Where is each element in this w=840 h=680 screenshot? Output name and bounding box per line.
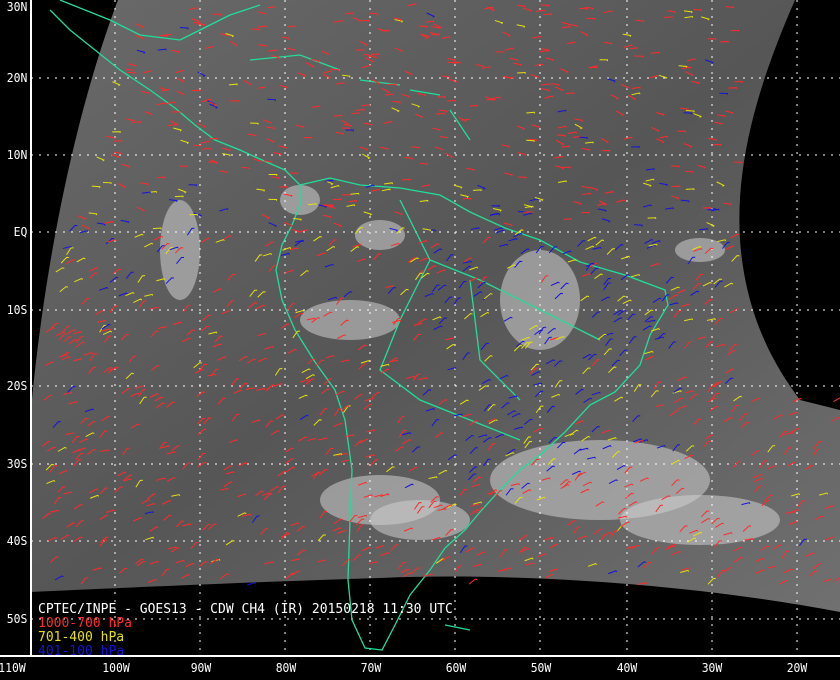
lon-label: 50W (530, 661, 552, 675)
lon-label: 20W (786, 661, 808, 675)
map-title: CPTEC/INPE - GOES13 - CDW CH4 (IR) 20150… (38, 602, 453, 617)
lat-label: 30S (6, 457, 28, 471)
cloud (620, 495, 780, 545)
wind-barb (833, 397, 840, 403)
map-canvas (0, 0, 840, 657)
lon-label: 40W (616, 661, 638, 675)
lon-label: 80W (275, 661, 297, 675)
falklands (444, 624, 471, 631)
satellite-wind-map: 30N 20N 10N EQ 10S 20S 30S 40S 50S 110W … (0, 0, 840, 680)
lon-label: 30W (701, 661, 723, 675)
wind-barb (247, 582, 257, 586)
legend-low-level: 1000-700 hPa (38, 616, 132, 631)
lon-label: 100W (102, 661, 130, 675)
lat-label: 10S (6, 303, 28, 317)
lat-label: 50S (6, 612, 28, 626)
legend-high-level: 401-100 hPa (38, 644, 125, 659)
lon-label: 60W (445, 661, 467, 675)
cloud (355, 220, 405, 250)
wind-barb (468, 578, 478, 585)
lon-label: 110W (0, 661, 26, 675)
lat-label: 20N (6, 71, 28, 85)
legend-mid-level: 701-400 hPa (38, 630, 125, 645)
lat-label: 30N (6, 0, 28, 14)
lat-label: 40S (6, 534, 28, 548)
lat-label: 20S (6, 379, 28, 393)
lat-label: 10N (6, 148, 28, 162)
lat-label: EQ (13, 225, 28, 239)
lon-label: 90W (190, 661, 212, 675)
lon-label: 70W (360, 661, 382, 675)
